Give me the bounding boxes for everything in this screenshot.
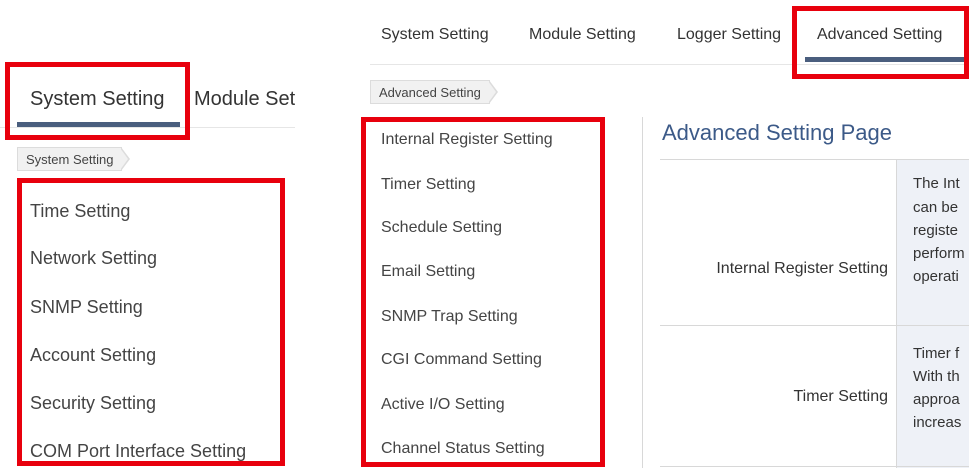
menu-content-divider [642,117,643,468]
breadcrumb[interactable]: Advanced Setting [370,80,498,104]
table-row-description-line: registe [913,222,959,239]
page-title: Advanced Setting Page [662,120,892,145]
table-row-description-line: can be [913,199,959,216]
breadcrumb-arrow-icon [487,80,498,104]
table-row-label-timer-setting[interactable]: Timer Setting [660,388,888,406]
left-menu-highlight-box [17,178,285,466]
advanced-tab-highlight-box [792,6,969,79]
tab-module-setting[interactable]: Module Setting [529,26,636,44]
table-row-divider [660,325,969,326]
table-row-description-line: approa [913,391,960,408]
table-row-description-line: operati [913,268,959,285]
breadcrumb-arrow-icon [120,147,131,171]
table-row-divider [660,466,969,467]
table-row-description-line: Timer f [913,345,960,362]
table-row-description-line: With th [913,368,960,385]
table-row-description-line: The Int [913,175,960,192]
left-breadcrumb-label: System Setting [26,152,114,167]
table-row-label-internal-register-setting[interactable]: Internal Register Setting [660,260,888,278]
left-tab-module-setting[interactable]: Module Set [194,88,295,111]
menu-highlight-box [361,117,605,467]
table-row-description-line: perform [913,245,965,262]
breadcrumb-label: Advanced Setting [379,85,481,100]
left-tab-highlight-box [5,62,190,140]
left-breadcrumb[interactable]: System Setting [17,147,131,171]
tab-system-setting[interactable]: System Setting [381,26,489,44]
table-row-description-line: increas [913,414,962,431]
tab-logger-setting[interactable]: Logger Setting [677,26,791,44]
